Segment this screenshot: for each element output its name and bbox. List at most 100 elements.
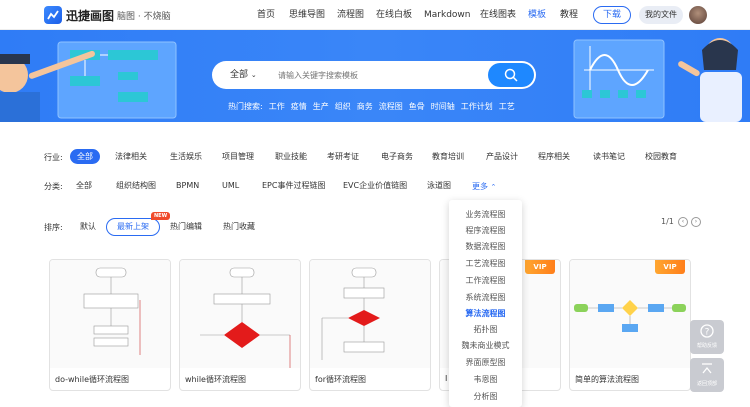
- industry-chip[interactable]: 程序相关: [538, 149, 570, 164]
- nav-item-5[interactable]: 在线图表: [480, 0, 516, 30]
- dropdown-item[interactable]: 业务流程图: [449, 209, 522, 220]
- category-chip[interactable]: EPC事件过程链图: [262, 178, 325, 193]
- flowchart-thumbnail: [200, 267, 291, 368]
- template-thumbnail: [570, 260, 690, 368]
- sort-label: 排序:: [44, 223, 63, 232]
- nav-item-7[interactable]: 教程: [560, 0, 578, 30]
- hot-search-terms: 工作 疫情 生产 组织 商务 流程图 鱼骨 时间轴 工作计划 工艺: [269, 102, 521, 111]
- category-chip[interactable]: BPMN: [176, 178, 199, 193]
- template-title: do-while循环流程图: [55, 375, 129, 384]
- category-chip[interactable]: 全部: [76, 178, 92, 193]
- hot-search: 热门搜索: 工作 疫情 生产 组织 商务 流程图 鱼骨 时间轴 工作计划 工艺: [228, 101, 527, 112]
- hot-search-label: 热门搜索:: [228, 102, 263, 111]
- next-page-icon[interactable]: ›: [691, 217, 701, 227]
- help-feedback-button[interactable]: ? 帮助反馈: [690, 320, 724, 354]
- template-card[interactable]: while循环流程图: [179, 259, 301, 391]
- template-thumbnail: [50, 260, 170, 368]
- back-to-top-label: 返回顶部: [696, 381, 717, 387]
- question-icon: ?: [700, 324, 714, 338]
- more-categories-dropdown: 业务流程图程序流程图数据流程图工艺流程图工作流程图系统流程图算法流程图拓扑图魏未…: [449, 200, 522, 407]
- sort-option[interactable]: 热门编辑: [170, 219, 202, 234]
- back-to-top-button[interactable]: 返回顶部: [690, 358, 724, 392]
- industry-chip[interactable]: 产品设计: [486, 149, 518, 164]
- hot-term[interactable]: 鱼骨: [409, 102, 425, 111]
- svg-text:?: ?: [705, 328, 710, 338]
- chevron-up-icon: ⌃: [490, 183, 497, 191]
- search-category-select[interactable]: 全部 ⌄: [230, 61, 257, 89]
- hot-term[interactable]: 商务: [357, 102, 373, 111]
- nav-item-0[interactable]: 首页: [257, 0, 275, 30]
- template-card[interactable]: VIP 简单的算法流程图: [569, 259, 691, 391]
- more-categories-toggle[interactable]: 更多 ⌃: [472, 181, 496, 192]
- download-button[interactable]: 下载: [593, 6, 631, 24]
- search-button[interactable]: [488, 63, 534, 87]
- search-box: 全部 ⌄: [212, 61, 536, 89]
- hot-term[interactable]: 工作: [269, 102, 285, 111]
- template-title: for循环流程图: [315, 375, 366, 384]
- avatar[interactable]: [689, 6, 707, 24]
- template-card[interactable]: for循环流程图: [309, 259, 431, 391]
- hot-term[interactable]: 时间轴: [431, 102, 455, 111]
- dropdown-item[interactable]: 系统流程图: [449, 292, 522, 303]
- dropdown-item[interactable]: 工艺流程图: [449, 258, 522, 269]
- dropdown-item[interactable]: 程序流程图: [449, 225, 522, 236]
- hot-term[interactable]: 工作计划: [461, 102, 493, 111]
- nav-item-6[interactable]: 模板: [528, 0, 546, 30]
- dropdown-item[interactable]: 拓扑图: [449, 324, 522, 335]
- dropdown-item[interactable]: 数据流程图: [449, 241, 522, 252]
- my-files-button[interactable]: 我的文件: [639, 6, 683, 24]
- nav-item-4[interactable]: Markdown: [424, 0, 470, 30]
- logo-icon[interactable]: [44, 6, 62, 24]
- industry-chip[interactable]: 法律相关: [115, 149, 147, 164]
- nav-item-2[interactable]: 流程图: [337, 0, 364, 30]
- hot-term[interactable]: 流程图: [379, 102, 403, 111]
- template-title: 简单的算法流程图: [575, 375, 639, 384]
- dropdown-item[interactable]: 工作流程图: [449, 275, 522, 286]
- category-chip[interactable]: 组织结构图: [116, 178, 156, 193]
- flowchart-thumbnail: [574, 300, 686, 332]
- template-title: I: [445, 374, 448, 383]
- industry-chip[interactable]: 读书笔记: [593, 149, 625, 164]
- industry-chip[interactable]: 职业技能: [275, 149, 307, 164]
- industry-chip[interactable]: 教育培训: [432, 149, 464, 164]
- new-badge: NEW: [151, 212, 171, 220]
- category-label: 分类:: [44, 182, 63, 191]
- category-chip[interactable]: EVC企业价值链图: [343, 178, 407, 193]
- search-input[interactable]: [278, 67, 478, 83]
- industry-chip[interactable]: 生活娱乐: [170, 149, 202, 164]
- category-chip[interactable]: UML: [222, 178, 239, 193]
- nav-item-3[interactable]: 在线白板: [376, 0, 412, 30]
- dropdown-item[interactable]: 分析图: [449, 391, 522, 402]
- industry-label: 行业:: [44, 153, 63, 162]
- flowchart-thumbnail: [321, 267, 385, 360]
- industry-chip[interactable]: 项目管理: [222, 149, 254, 164]
- banner-illustration-right: [573, 38, 742, 122]
- dropdown-item[interactable]: 魏未商业模式: [449, 340, 522, 351]
- brand-slogan: 脑图 · 不烧脑: [117, 12, 171, 22]
- nav-item-1[interactable]: 思维导图: [289, 0, 325, 30]
- search-icon: [504, 68, 518, 82]
- hot-term[interactable]: 组织: [335, 102, 351, 111]
- search-category-label: 全部: [230, 70, 249, 80]
- banner-illustration-left: [0, 41, 177, 122]
- hero-banner: 全部 ⌄ 热门搜索: 工作疫情生产组织商务流程图鱼骨时间轴工作计划工艺: [0, 30, 750, 122]
- chevron-down-icon: ⌄: [250, 71, 257, 79]
- prev-page-icon[interactable]: ‹: [678, 217, 688, 227]
- dropdown-item[interactable]: 韦恩图: [449, 374, 522, 385]
- hot-term[interactable]: 疫情: [291, 102, 307, 111]
- sort-option[interactable]: 最新上架: [106, 218, 160, 236]
- industry-chip[interactable]: 校园教育: [645, 149, 677, 164]
- industry-chip[interactable]: 全部: [70, 149, 100, 164]
- page-indicator: 1/1: [661, 217, 674, 226]
- industry-chip[interactable]: 考研考证: [327, 149, 359, 164]
- dropdown-item[interactable]: 界面原型图: [449, 357, 522, 368]
- dropdown-item[interactable]: 算法流程图: [449, 308, 522, 319]
- sort-option[interactable]: 默认: [80, 219, 96, 234]
- template-card[interactable]: do-while循环流程图: [49, 259, 171, 391]
- hot-term[interactable]: 生产: [313, 102, 329, 111]
- category-chip[interactable]: 泳道图: [427, 178, 451, 193]
- brand-name[interactable]: 迅捷画图: [66, 7, 114, 24]
- sort-option[interactable]: 热门收藏: [223, 219, 255, 234]
- industry-chip[interactable]: 电子商务: [381, 149, 413, 164]
- hot-term[interactable]: 工艺: [499, 102, 515, 111]
